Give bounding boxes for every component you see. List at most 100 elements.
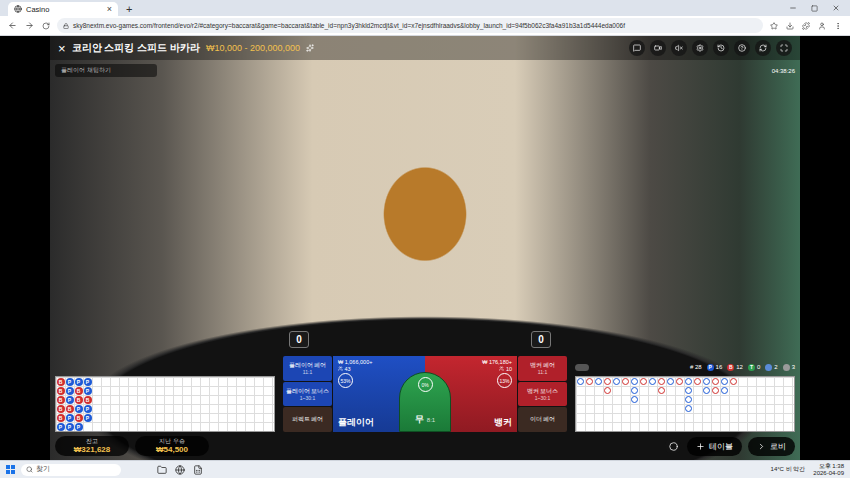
big-road-mark bbox=[586, 378, 593, 385]
road-cell bbox=[576, 404, 585, 413]
switch-button[interactable] bbox=[755, 40, 771, 56]
video-button[interactable] bbox=[650, 40, 666, 56]
settings-button[interactable] bbox=[692, 40, 708, 56]
maximize-icon[interactable] bbox=[811, 5, 818, 12]
download-icon[interactable] bbox=[786, 22, 794, 30]
extensions-icon[interactable] bbox=[802, 22, 810, 30]
road-cell bbox=[101, 422, 110, 431]
url-text: sky8nextm.evo-games.com/frontend/evo/r2/… bbox=[73, 22, 625, 29]
chip-button[interactable] bbox=[665, 438, 681, 454]
road-cell bbox=[101, 404, 110, 413]
site-icon bbox=[14, 5, 22, 13]
big-road-mark bbox=[685, 396, 692, 403]
table-button[interactable]: 테이블 bbox=[687, 437, 742, 456]
taskbar-search[interactable]: 찾기 bbox=[21, 464, 121, 476]
road-cell bbox=[137, 413, 146, 422]
road-cell bbox=[756, 386, 765, 395]
side-bet[interactable]: 이더 페어 bbox=[518, 407, 567, 432]
bookmark-icon[interactable] bbox=[770, 22, 778, 30]
road-cell bbox=[783, 395, 792, 404]
side-bet[interactable]: 플레이어 페어11:1 bbox=[283, 356, 332, 381]
road-cell bbox=[585, 422, 594, 431]
favourite-icon[interactable] bbox=[306, 44, 314, 52]
road-cell bbox=[173, 386, 182, 395]
road-cell bbox=[621, 395, 630, 404]
chat-input[interactable]: 플레이어 채팅하기 bbox=[55, 64, 157, 77]
side-bet[interactable]: 뱅커 페어11:1 bbox=[518, 356, 567, 381]
road-cell bbox=[110, 404, 119, 413]
game-header: ×코리안 스피킹 스피드 바카라₩10,000 - 200,000,000 bbox=[50, 36, 800, 60]
bead: B bbox=[57, 396, 65, 404]
tab-close[interactable]: × bbox=[107, 4, 112, 14]
lock-icon bbox=[63, 23, 69, 29]
sound-button[interactable] bbox=[671, 40, 687, 56]
road-cell bbox=[92, 413, 101, 422]
road-cell bbox=[630, 422, 639, 431]
road-cell bbox=[648, 404, 657, 413]
road-cell bbox=[738, 377, 747, 386]
url-field[interactable]: sky8nextm.evo-games.com/frontend/evo/r2/… bbox=[57, 18, 763, 33]
road-cell bbox=[747, 404, 756, 413]
road-cell bbox=[254, 413, 263, 422]
fullscreen-button[interactable] bbox=[776, 40, 792, 56]
side-bet[interactable]: 퍼펙트 페어 bbox=[283, 407, 332, 432]
start-icon[interactable] bbox=[6, 465, 15, 474]
road-cell bbox=[218, 404, 227, 413]
back-icon[interactable] bbox=[8, 21, 17, 30]
road-cell bbox=[756, 377, 765, 386]
road-cell bbox=[155, 404, 164, 413]
road-cell bbox=[164, 386, 173, 395]
menu-icon[interactable] bbox=[834, 22, 842, 30]
road-cell bbox=[164, 395, 173, 404]
new-tab-button[interactable]: + bbox=[122, 2, 136, 16]
profile-icon[interactable] bbox=[818, 22, 826, 30]
road-cell bbox=[218, 395, 227, 404]
bead: B bbox=[75, 414, 83, 422]
road-cell bbox=[738, 404, 747, 413]
bead: B bbox=[57, 387, 65, 395]
side-bets-left: 플레이어 페어11:1플레이어 보너스1~30:1퍼펙트 페어 bbox=[283, 356, 332, 432]
bead: B bbox=[84, 396, 92, 404]
big-road-mark bbox=[631, 396, 638, 403]
browser-tab[interactable]: Casino× bbox=[8, 2, 118, 16]
road-cell bbox=[747, 377, 756, 386]
road-cell bbox=[227, 377, 236, 386]
road-cell bbox=[236, 377, 245, 386]
chrome-icon[interactable] bbox=[175, 465, 185, 475]
chat-button[interactable] bbox=[629, 40, 645, 56]
history-button[interactable] bbox=[713, 40, 729, 56]
road-cell bbox=[110, 413, 119, 422]
tie-bet[interactable]: 0%무8:1 bbox=[399, 372, 451, 432]
road-cell bbox=[693, 422, 702, 431]
road-cell bbox=[747, 395, 756, 404]
forward-icon[interactable] bbox=[25, 21, 34, 30]
road-cell bbox=[164, 404, 173, 413]
road-toggle[interactable] bbox=[575, 364, 589, 371]
road-cell bbox=[155, 413, 164, 422]
help-button[interactable] bbox=[734, 40, 750, 56]
road-cell bbox=[684, 413, 693, 422]
excel-icon[interactable] bbox=[193, 465, 203, 475]
road-cell bbox=[128, 395, 137, 404]
side-bet[interactable]: 뱅커 보너스1~30:1 bbox=[518, 382, 567, 407]
game-window: ×코리안 스피킹 스피드 바카라₩10,000 - 200,000,000 플레이… bbox=[50, 36, 800, 460]
road-cell bbox=[774, 413, 783, 422]
lobby-button[interactable]: 로비 bbox=[748, 437, 795, 456]
road-cell bbox=[612, 413, 621, 422]
game-close-button[interactable]: × bbox=[58, 41, 66, 56]
road-cell bbox=[173, 395, 182, 404]
road-cell bbox=[702, 422, 711, 431]
road-cell bbox=[585, 404, 594, 413]
big-road-mark bbox=[721, 387, 728, 394]
score-row: 00 bbox=[289, 331, 551, 348]
minimize-icon[interactable] bbox=[789, 4, 797, 12]
close-icon[interactable] bbox=[832, 4, 840, 12]
road-cell bbox=[720, 422, 729, 431]
road-cell bbox=[101, 386, 110, 395]
road-cell bbox=[146, 386, 155, 395]
folder-icon[interactable] bbox=[157, 465, 167, 475]
road-cell bbox=[693, 413, 702, 422]
road-cell bbox=[164, 377, 173, 386]
reload-icon[interactable] bbox=[42, 22, 50, 30]
side-bet[interactable]: 플레이어 보너스1~30:1 bbox=[283, 382, 332, 407]
